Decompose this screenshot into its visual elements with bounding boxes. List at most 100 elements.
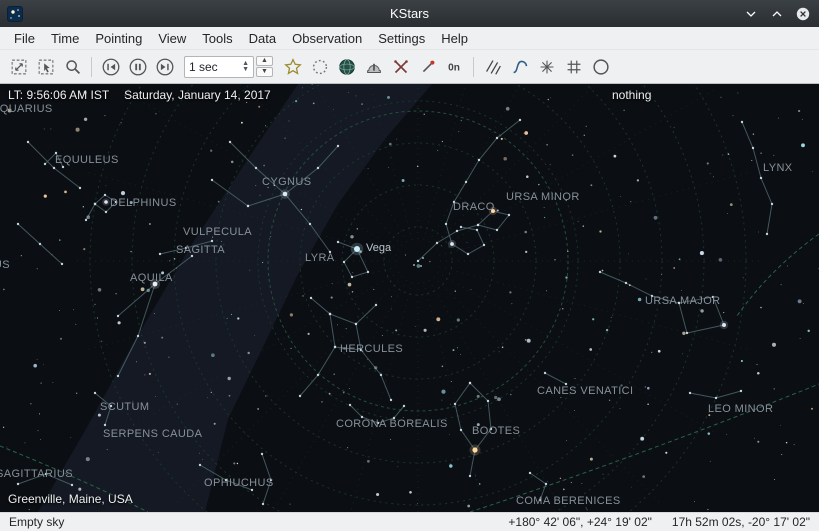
curve-icon xyxy=(509,56,531,78)
magnifier-icon xyxy=(62,56,84,78)
star-icon xyxy=(282,56,304,78)
toggle-horizon-button[interactable] xyxy=(587,53,614,80)
constellation-label: URSA MINOR xyxy=(506,191,580,203)
grid-icon xyxy=(563,56,585,78)
focus-infobox[interactable]: nothing xyxy=(612,88,651,102)
toggle-dome-button[interactable] xyxy=(360,53,387,80)
time-step-spinner: ▲▼ xyxy=(256,56,273,77)
step-forward-icon xyxy=(154,56,176,78)
time-step-control: 1 sec▲▼▲▼ xyxy=(184,56,273,78)
constellation-label: SAGITTARIUS xyxy=(0,468,73,480)
constellation-label: DRACO xyxy=(453,201,495,213)
status-radec-text: 17h 52m 02s, -20° 17' 02" xyxy=(672,515,810,529)
status-azalt-text: +180° 42' 06", +24° 19' 02" xyxy=(508,515,651,529)
constellation-label: LYNX xyxy=(763,162,793,174)
focus-object-text: nothing xyxy=(612,88,651,102)
status-bar: Empty sky +180° 42' 06", +24° 19' 02" 17… xyxy=(0,512,819,531)
constellation-label: DELPHINUS xyxy=(110,197,177,209)
toggle-satellites-button[interactable] xyxy=(414,53,441,80)
toggle-supernovae-button[interactable] xyxy=(387,53,414,80)
pause-icon xyxy=(127,56,149,78)
status-object-text: Empty sky xyxy=(9,515,64,529)
time-step-input[interactable]: 1 sec ▲▼ xyxy=(184,56,254,78)
toggle-constellation-lines-button[interactable] xyxy=(479,53,506,80)
menu-data[interactable]: Data xyxy=(241,29,284,48)
dome-icon xyxy=(363,56,385,78)
dashed-box-cursor-icon xyxy=(35,56,57,78)
minimize-button[interactable] xyxy=(744,7,758,21)
time-step-down-button[interactable]: ▼ xyxy=(256,67,273,77)
globe-icon xyxy=(336,56,358,78)
menu-view[interactable]: View xyxy=(150,29,194,48)
menu-tools[interactable]: Tools xyxy=(194,29,240,48)
title-bar: KStars xyxy=(0,0,819,27)
time-step-combo-arrows-icon[interactable]: ▲▼ xyxy=(242,61,249,73)
constellation-label: OPHIUCHUS xyxy=(204,477,274,489)
menu-time[interactable]: Time xyxy=(43,29,87,48)
horizon-circle-icon xyxy=(590,56,612,78)
constellation-label: HERCULES xyxy=(340,343,403,355)
slanted-lines-icon xyxy=(482,56,504,78)
time-step-backward-button[interactable] xyxy=(97,53,124,80)
constellation-label: URSA MAJOR xyxy=(645,295,721,307)
local-time-text: LT: 9:56:06 AM IST xyxy=(8,88,109,102)
close-button[interactable] xyxy=(796,7,810,21)
constellation-label: BOOTES xyxy=(472,425,520,437)
menu-observation[interactable]: Observation xyxy=(284,29,370,48)
window-title: KStars xyxy=(0,6,819,21)
constellation-label: SAGITTA xyxy=(176,244,225,256)
pointing-select-button[interactable] xyxy=(32,53,59,80)
star-label: Vega xyxy=(366,242,391,254)
toggle-stars-button[interactable] xyxy=(279,53,306,80)
labels-0n-icon: 0n xyxy=(444,56,466,78)
menu-pointing[interactable]: Pointing xyxy=(87,29,150,48)
time-step-value: 1 sec xyxy=(189,60,218,74)
toggle-milky-way-button[interactable] xyxy=(506,53,533,80)
constellation-label: CYGNUS xyxy=(262,176,311,188)
dotted-circle-icon xyxy=(309,56,331,78)
toggle-labels-button[interactable]: 0n xyxy=(441,53,468,80)
constellation-label: SCUTUM xyxy=(100,401,149,413)
find-object-button[interactable] xyxy=(59,53,86,80)
constellation-label: CANES VENATICI xyxy=(537,385,633,397)
step-back-icon xyxy=(100,56,122,78)
starburst-icon xyxy=(536,56,558,78)
toggle-constellation-boundaries-button[interactable] xyxy=(533,53,560,80)
toggle-planets-button[interactable] xyxy=(333,53,360,80)
menu-file[interactable]: File xyxy=(6,29,43,48)
pin-icon xyxy=(417,56,439,78)
crossed-lines-icon xyxy=(390,56,412,78)
svg-text:0n: 0n xyxy=(448,62,460,73)
maximize-button[interactable] xyxy=(770,7,784,21)
chevron-up-icon xyxy=(771,8,783,20)
time-infobox[interactable]: LT: 9:56:06 AM IST Saturday, January 14,… xyxy=(8,88,271,102)
menu-help[interactable]: Help xyxy=(433,29,476,48)
toolbar-separator xyxy=(91,57,92,77)
stop-clock-button[interactable] xyxy=(124,53,151,80)
location-infobox[interactable]: Greenville, Maine, USA xyxy=(8,492,133,506)
chevron-down-icon xyxy=(745,8,757,20)
constellation-label: LYRA xyxy=(305,252,335,264)
constellation-label: PEGASUS xyxy=(0,259,10,271)
date-text: Saturday, January 14, 2017 xyxy=(124,88,271,102)
constellation-label: CORONA BOREALIS xyxy=(336,418,448,430)
constellation-label: LEO MINOR xyxy=(708,403,773,415)
constellation-label: AQUILA xyxy=(130,272,173,284)
constellation-label: SERPENS CAUDA xyxy=(103,428,202,440)
close-icon xyxy=(796,7,810,21)
toggle-deep-sky-button[interactable] xyxy=(306,53,333,80)
constellation-label: VULPECULA xyxy=(183,226,252,238)
sky-map[interactable]: LT: 9:56:06 AM IST Saturday, January 14,… xyxy=(0,84,819,512)
geo-location-text: Greenville, Maine, USA xyxy=(8,492,133,506)
toolbar-separator xyxy=(473,57,474,77)
time-step-forward-button[interactable] xyxy=(151,53,178,80)
select-fov-button[interactable] xyxy=(5,53,32,80)
time-step-up-button[interactable]: ▲ xyxy=(256,56,273,66)
dashed-box-arrows-icon xyxy=(8,56,30,78)
toggle-coordinate-grid-button[interactable] xyxy=(560,53,587,80)
constellation-label: AQUARIUS xyxy=(0,103,53,115)
constellation-label: EQUULEUS xyxy=(55,154,119,166)
main-toolbar: 1 sec▲▼▲▼0n xyxy=(0,50,819,84)
kstars-app-icon xyxy=(7,6,23,22)
menu-settings[interactable]: Settings xyxy=(370,29,433,48)
